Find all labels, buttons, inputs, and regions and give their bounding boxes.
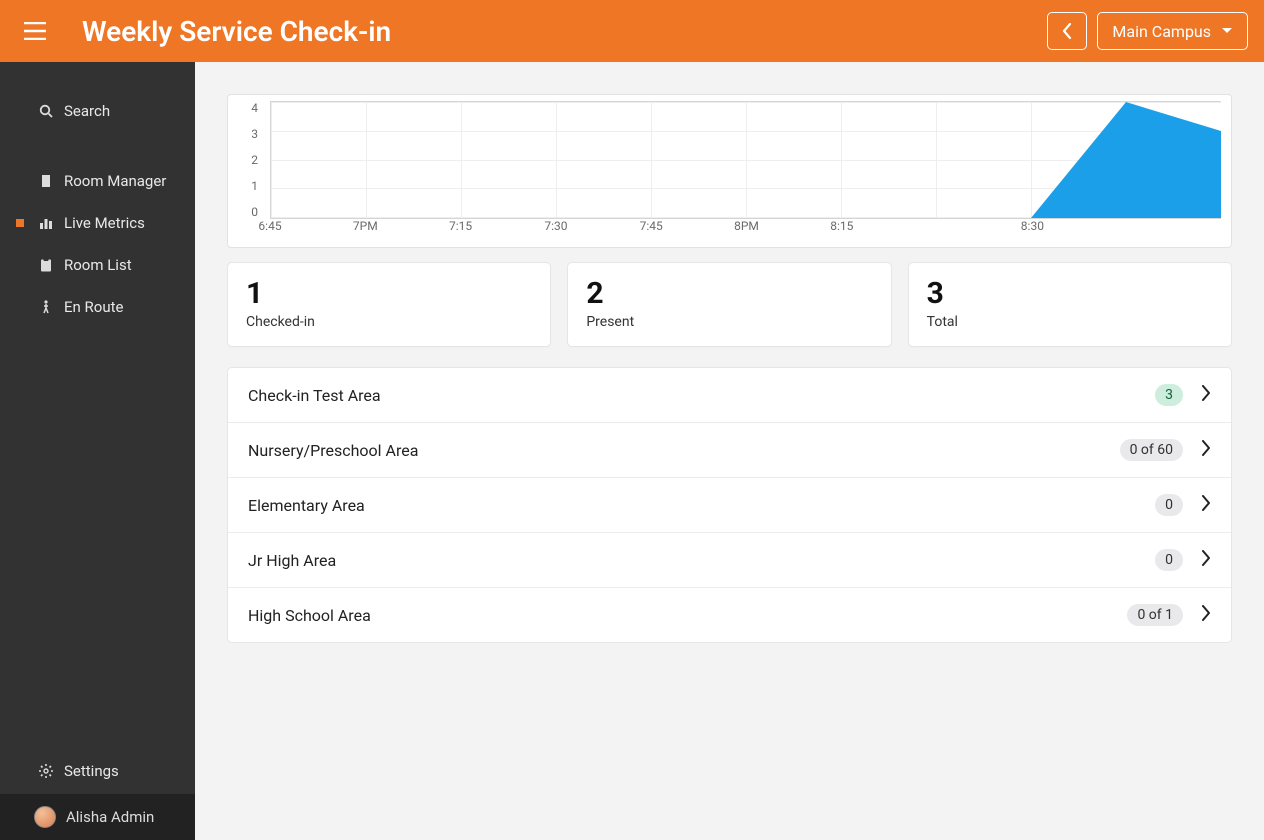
chevron-right-icon	[1201, 550, 1211, 570]
sidebar-item-room-manager[interactable]: Room Manager	[0, 160, 195, 202]
hamburger-menu-button[interactable]	[20, 22, 50, 40]
campus-selector[interactable]: Main Campus	[1097, 12, 1248, 50]
sidebar-item-label: Live Metrics	[64, 214, 145, 232]
chart-x-cell: 8:15	[842, 219, 937, 241]
area-count-badge: 0	[1155, 494, 1183, 516]
chart-x-tick: 7:45	[604, 219, 699, 233]
area-row[interactable]: Check-in Test Area3	[228, 368, 1231, 423]
chart-series-area	[271, 102, 1221, 218]
bar-chart-icon	[38, 216, 54, 230]
chart-x-tick: 6:45	[222, 219, 317, 233]
area-row[interactable]: High School Area0 of 1	[228, 588, 1231, 642]
sidebar-user[interactable]: Alisha Admin	[0, 794, 195, 840]
chart-y-tick: 1	[230, 179, 258, 193]
page-title: Weekly Service Check-in	[82, 15, 1047, 48]
stat-card-total: 3 Total	[908, 262, 1232, 347]
chart-x-tick: 7:15	[413, 219, 508, 233]
chart-x-labels: 6:457PM7:157:307:458PM8:158:30	[270, 219, 1223, 241]
chart-y-tick: 3	[230, 127, 258, 141]
sidebar-item-label: En Route	[64, 298, 123, 316]
avatar	[34, 806, 56, 828]
caret-down-icon	[1221, 27, 1233, 35]
stat-label: Total	[927, 314, 1213, 330]
chart-x-tick: 8:30	[985, 219, 1080, 233]
sidebar-item-label: Room Manager	[64, 172, 166, 190]
area-count-badge: 0 of 60	[1120, 439, 1183, 461]
attendance-chart: 43210 6:457PM7:157:307:458PM8:158:30	[227, 94, 1232, 248]
header: Weekly Service Check-in Main Campus	[0, 0, 1264, 62]
sidebar: Search Room Manager Live Metrics Room Li…	[0, 62, 195, 840]
area-count-badge: 0 of 1	[1127, 604, 1183, 626]
sidebar-item-settings[interactable]: Settings	[0, 748, 195, 794]
areas-list: Check-in Test Area3Nursery/Preschool Are…	[227, 367, 1232, 643]
campus-selector-label: Main Campus	[1112, 22, 1211, 41]
chevron-right-icon	[1201, 440, 1211, 460]
chart-x-tick: 8PM	[699, 219, 794, 233]
chart-y-tick: 4	[230, 101, 258, 115]
walking-icon	[38, 300, 54, 314]
search-icon	[38, 104, 54, 118]
chevron-right-icon	[1201, 385, 1211, 405]
chart-x-tick: 8:15	[794, 219, 889, 233]
door-icon	[38, 174, 54, 188]
chart-y-labels: 4 3 2 1 0	[230, 101, 264, 219]
stat-label: Checked-in	[246, 314, 532, 330]
area-name: Nursery/Preschool Area	[248, 441, 1120, 460]
user-name: Alisha Admin	[66, 808, 154, 826]
chart-y-tick: 2	[230, 153, 258, 167]
chart-y-tick: 0	[230, 205, 258, 219]
chart-x-cell: 8:30	[1032, 219, 1127, 241]
sidebar-item-room-list[interactable]: Room List	[0, 244, 195, 286]
stat-card-present: 2 Present	[567, 262, 891, 347]
chart-x-tick: 7PM	[318, 219, 413, 233]
sidebar-item-label: Room List	[64, 256, 132, 274]
area-count-badge: 3	[1155, 384, 1183, 406]
chart-plot-area	[270, 101, 1221, 219]
chart-x-cell	[1128, 219, 1223, 241]
stat-card-checked-in: 1 Checked-in	[227, 262, 551, 347]
sidebar-item-label: Search	[64, 102, 110, 120]
area-count-badge: 0	[1155, 549, 1183, 571]
main-content: 43210 6:457PM7:157:307:458PM8:158:30 1 C…	[195, 62, 1264, 840]
menu-icon	[24, 22, 46, 40]
chevron-right-icon	[1201, 495, 1211, 515]
area-name: High School Area	[248, 606, 1127, 625]
stat-value: 1	[246, 277, 532, 310]
stat-value: 2	[586, 277, 872, 310]
gear-icon	[38, 764, 54, 778]
stat-label: Present	[586, 314, 872, 330]
back-button[interactable]	[1047, 12, 1087, 50]
area-row[interactable]: Nursery/Preschool Area0 of 60	[228, 423, 1231, 478]
chart-x-tick: 7:30	[508, 219, 603, 233]
area-name: Check-in Test Area	[248, 386, 1155, 405]
sidebar-item-search[interactable]: Search	[0, 90, 195, 132]
area-row[interactable]: Elementary Area0	[228, 478, 1231, 533]
area-row[interactable]: Jr High Area0	[228, 533, 1231, 588]
sidebar-item-en-route[interactable]: En Route	[0, 286, 195, 328]
clipboard-icon	[38, 258, 54, 272]
chevron-left-icon	[1062, 23, 1072, 39]
area-name: Elementary Area	[248, 496, 1155, 515]
chart-area-series	[271, 102, 1221, 218]
area-name: Jr High Area	[248, 551, 1155, 570]
sidebar-item-live-metrics[interactable]: Live Metrics	[0, 202, 195, 244]
chevron-right-icon	[1201, 605, 1211, 625]
sidebar-item-label: Settings	[64, 762, 119, 780]
stat-value: 3	[927, 277, 1213, 310]
